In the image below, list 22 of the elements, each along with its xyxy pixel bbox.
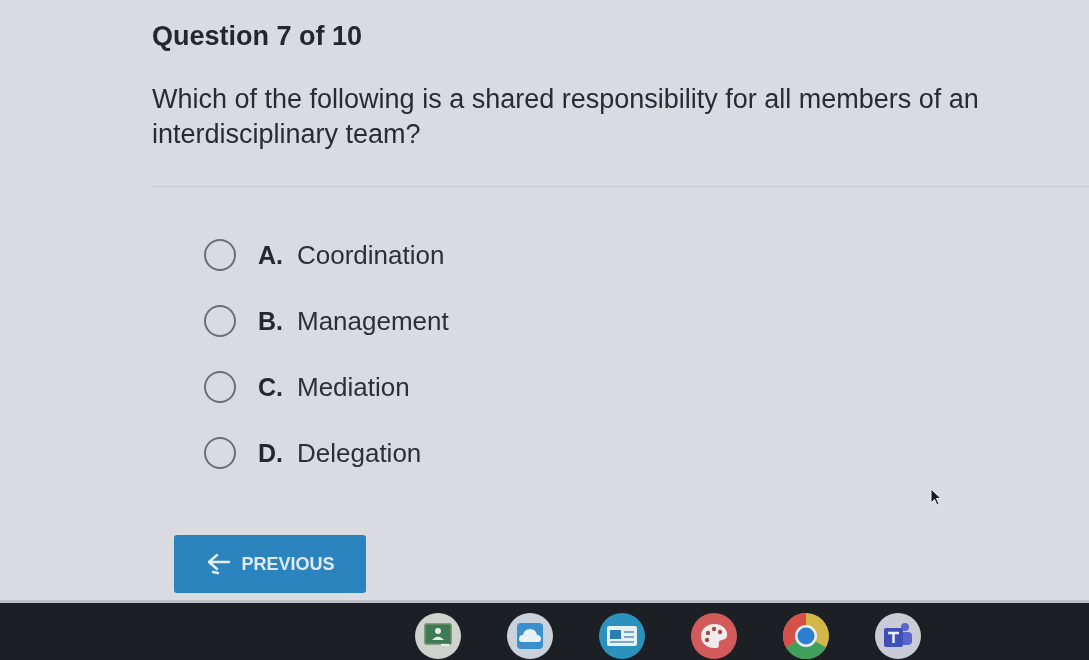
radio-button[interactable] (204, 437, 236, 469)
cursor-icon (930, 488, 942, 506)
radio-button[interactable] (204, 239, 236, 271)
option-label[interactable]: Management (297, 306, 449, 336)
arrow-left-icon (205, 553, 232, 575)
palette-icon[interactable] (690, 613, 738, 659)
option-letter: A. (258, 240, 284, 270)
radio-button[interactable] (204, 371, 236, 403)
cloud-tile-icon[interactable] (506, 613, 554, 659)
option-label[interactable]: Delegation (297, 438, 422, 468)
team-tile-icon[interactable] (874, 613, 922, 659)
option-letter: B. (258, 306, 284, 336)
card-icon[interactable] (598, 613, 646, 659)
question-counter: Question 7 of 10 (152, 20, 363, 52)
option-letter: D. (258, 438, 284, 468)
option-label[interactable]: Coordination (297, 240, 445, 270)
option-letter: C. (258, 372, 284, 402)
chalkboard-icon[interactable] (414, 613, 462, 659)
ring-logo-icon[interactable] (782, 613, 830, 659)
radio-button[interactable] (204, 305, 236, 337)
question-text: Which of the following is a shared responsibility for all members of an interdisciplinary team? (152, 83, 980, 151)
option-label[interactable]: Mediation (297, 372, 410, 402)
